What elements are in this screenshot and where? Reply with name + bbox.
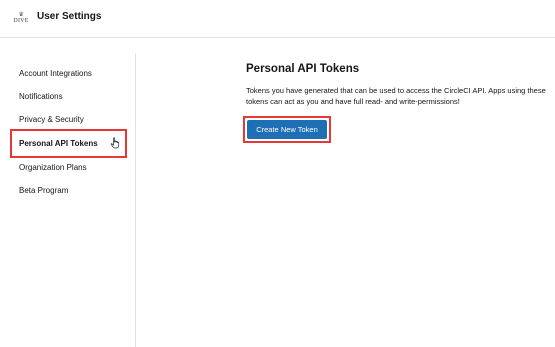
- section-title: Personal API Tokens: [246, 63, 360, 75]
- page-title: User Settings: [37, 11, 102, 22]
- sidebar-item-beta-program[interactable]: Beta Program: [10, 177, 127, 203]
- brand-logo-icon[interactable]: ♛ DIVE: [12, 9, 30, 27]
- hand-pointer-icon: [110, 137, 120, 149]
- settings-sidebar: Account Integrations Notifications Priva…: [0, 53, 136, 347]
- create-new-token-button[interactable]: Create New Token: [247, 120, 327, 139]
- sidebar-item-label: Personal API Tokens: [19, 139, 98, 148]
- logo-wordmark: DIVE: [13, 17, 29, 24]
- create-token-highlight: Create New Token: [243, 116, 331, 143]
- top-bar: ♛ DIVE User Settings: [0, 0, 555, 38]
- section-description: Tokens you have generated that can be us…: [246, 86, 546, 106]
